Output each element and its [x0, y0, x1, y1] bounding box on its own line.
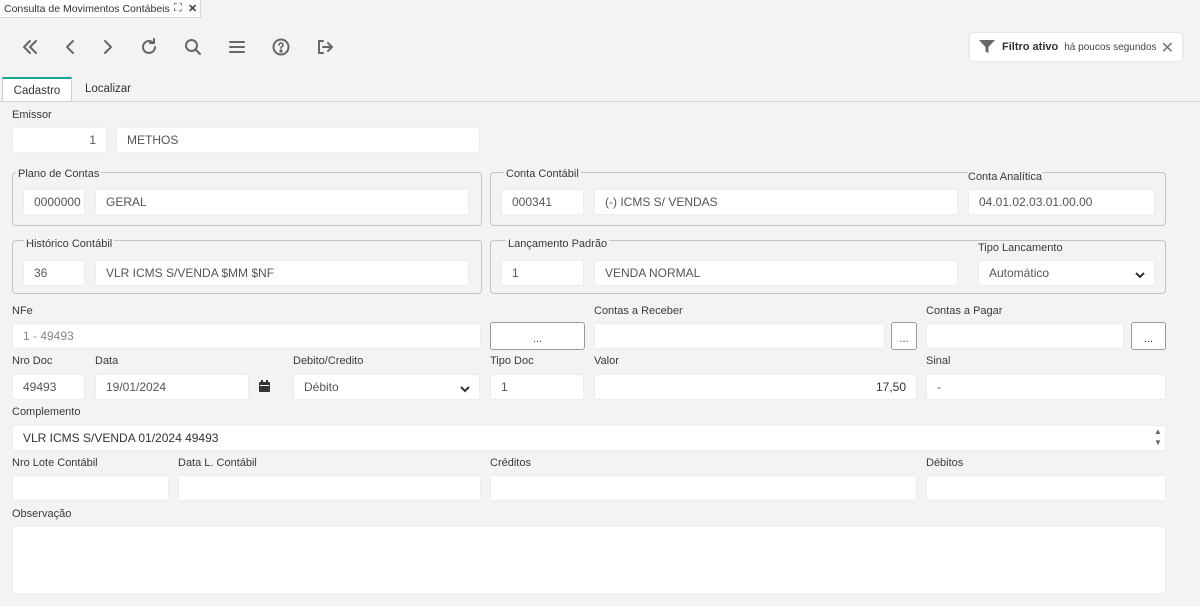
debito-credito-select[interactable]: Débito: [293, 374, 480, 400]
valor-label: Valor: [594, 355, 619, 367]
double-chevron-left-icon: [23, 40, 37, 54]
data-lote-field[interactable]: [178, 475, 481, 501]
refresh-icon: [142, 38, 156, 54]
complemento-field[interactable]: VLR ICMS S/VENDA 01/2024 49493: [12, 425, 1166, 451]
emissor-code-field[interactable]: 1: [12, 127, 107, 153]
emissor-label: Emissor: [12, 109, 52, 121]
lancamento-padrao-label: Lançamento Padrão: [506, 238, 610, 250]
conta-analitica-field[interactable]: 04.01.02.03.01.00.00: [968, 189, 1155, 215]
menu-icon: [229, 41, 245, 53]
chevron-down-icon: [1135, 269, 1145, 279]
nro-lote-label: Nro Lote Contábil: [12, 457, 98, 469]
filter-status: Filtro ativo há poucos segundos ✕: [970, 33, 1182, 61]
sinal-label: Sinal: [926, 355, 951, 367]
nro-doc-label: Nro Doc: [12, 355, 53, 367]
tipo-doc-label: Tipo Doc: [490, 355, 534, 367]
window-tab[interactable]: Consulta de Movimentos Contábeis ⛶ ✕: [0, 0, 201, 18]
tab-localizar[interactable]: Localizar: [74, 77, 142, 102]
first-record-button[interactable]: [18, 35, 42, 59]
scroll-up-icon[interactable]: ▲: [1154, 426, 1162, 437]
filter-time: há poucos segundos: [1064, 41, 1157, 53]
contas-receber-field[interactable]: [594, 323, 885, 349]
tipo-doc-field[interactable]: 1: [490, 374, 584, 400]
conta-contabil-label: Conta Contábil: [504, 168, 581, 180]
nfe-label: NFe: [12, 305, 33, 317]
help-icon: [272, 38, 290, 56]
contas-pagar-label: Contas a Pagar: [926, 305, 1003, 317]
window-tab-title: Consulta de Movimentos Contábeis: [4, 3, 170, 15]
menu-button[interactable]: [225, 35, 249, 59]
search-icon: [185, 39, 201, 55]
historico-text-field[interactable]: VLR ICMS S/VENDA $MM $NF: [95, 260, 469, 286]
close-icon[interactable]: ✕: [188, 2, 197, 15]
nro-doc-field[interactable]: 49493: [12, 374, 85, 400]
exit-icon: [318, 40, 333, 54]
nro-lote-field[interactable]: [12, 475, 169, 501]
nfe-lookup-button[interactable]: ...: [490, 322, 585, 350]
calendar-icon[interactable]: [258, 380, 272, 394]
historico-code-field[interactable]: 36: [23, 260, 85, 286]
complemento-scrollbar[interactable]: ▲ ▼: [1154, 426, 1162, 448]
contas-pagar-lookup-button[interactable]: ...: [1131, 322, 1166, 350]
chevron-left-icon: [66, 40, 74, 54]
historico-label: Histórico Contábil: [24, 238, 115, 250]
conta-contabil-code-field[interactable]: 000341: [501, 189, 584, 215]
lancamento-padrao-code-field[interactable]: 1: [501, 260, 584, 286]
lancamento-padrao-text-field[interactable]: VENDA NORMAL: [594, 260, 958, 286]
help-button[interactable]: [269, 35, 293, 59]
conta-analitica-label: Conta Analítica: [968, 171, 1042, 183]
tipo-lancamento-select[interactable]: Automático: [978, 260, 1155, 286]
tab-cadastro[interactable]: Cadastro: [2, 77, 72, 102]
tab-divider: [0, 101, 1200, 102]
exit-button[interactable]: [313, 35, 337, 59]
chevron-right-icon: [104, 40, 112, 54]
tipo-lancamento-value: Automático: [989, 266, 1050, 280]
refresh-button[interactable]: [137, 35, 161, 59]
debitos-field[interactable]: [926, 475, 1166, 501]
valor-field[interactable]: 17,50: [594, 374, 917, 400]
scroll-down-icon[interactable]: ▼: [1154, 437, 1162, 448]
creditos-label: Créditos: [490, 457, 531, 469]
debito-credito-value: Débito: [304, 380, 339, 394]
plano-contas-label: Plano de Contas: [16, 168, 102, 180]
observacao-textarea[interactable]: [12, 526, 1166, 594]
filter-label: Filtro ativo: [1002, 41, 1059, 53]
debitos-label: Débitos: [926, 457, 964, 469]
filter-icon: [979, 40, 995, 53]
nfe-field[interactable]: 1 - 49493: [12, 323, 481, 349]
sinal-field[interactable]: -: [926, 374, 1166, 400]
previous-record-button[interactable]: [58, 35, 82, 59]
complemento-label: Complemento: [12, 406, 81, 418]
data-label: Data: [95, 355, 119, 367]
data-lote-label: Data L. Contábil: [178, 457, 257, 469]
data-field[interactable]: 19/01/2024: [95, 374, 249, 400]
plano-contas-name-field[interactable]: GERAL: [95, 189, 469, 215]
observacao-label: Observação: [12, 508, 72, 520]
close-icon[interactable]: ✕: [1161, 38, 1174, 58]
emissor-name-field[interactable]: METHOS: [116, 127, 480, 153]
next-record-button[interactable]: [96, 35, 120, 59]
tipo-lancamento-label: Tipo Lancamento: [978, 242, 1063, 254]
chevron-down-icon: [460, 383, 470, 393]
maximize-icon[interactable]: ⛶: [174, 2, 182, 15]
conta-contabil-name-field[interactable]: (-) ICMS S/ VENDAS: [594, 189, 958, 215]
plano-contas-code-field[interactable]: 0000000: [23, 189, 85, 215]
debito-credito-label: Debito/Credito: [293, 355, 364, 367]
contas-pagar-field[interactable]: [926, 323, 1124, 349]
contas-receber-label: Contas a Receber: [594, 305, 683, 317]
creditos-field[interactable]: [490, 475, 917, 501]
search-button[interactable]: [181, 35, 205, 59]
contas-receber-lookup-button[interactable]: ...: [891, 322, 917, 350]
